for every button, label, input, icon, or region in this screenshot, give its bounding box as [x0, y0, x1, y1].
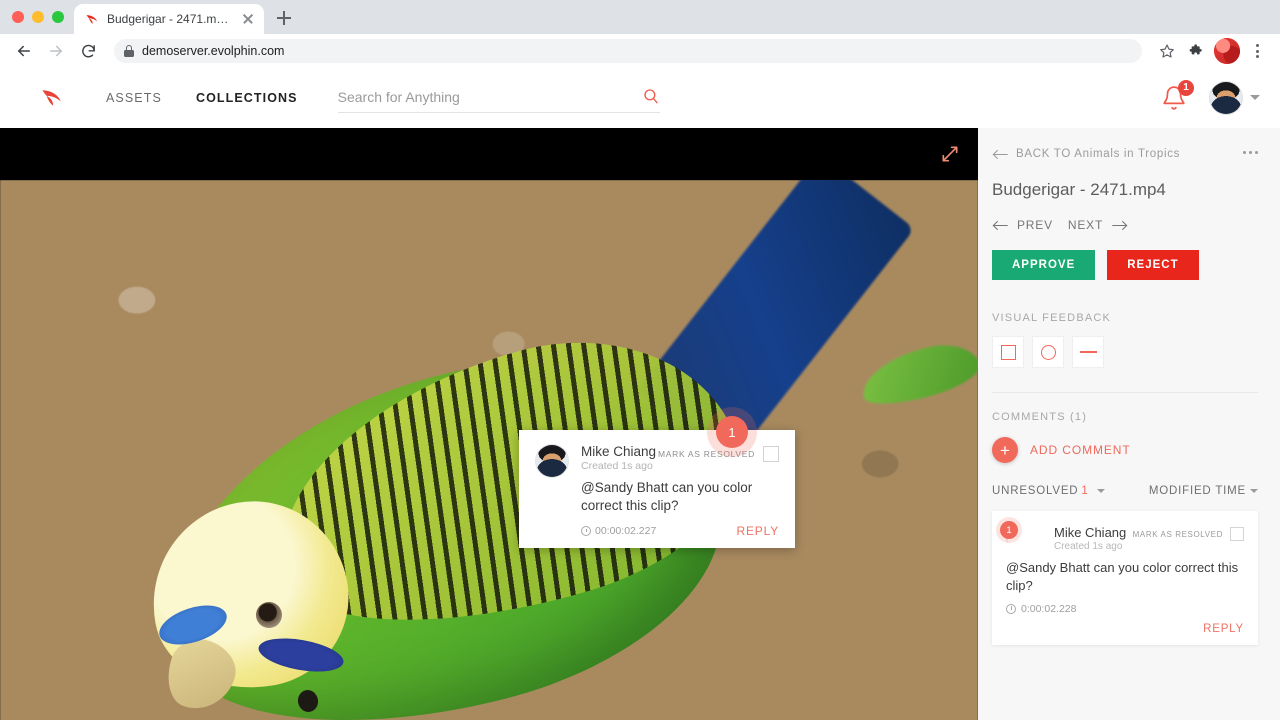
line-tool[interactable]: [1072, 336, 1104, 368]
clock-icon: [1006, 603, 1016, 614]
nav-item-collections[interactable]: COLLECTIONS: [196, 91, 298, 105]
comment-list-item[interactable]: 1 Mike Chiang Created 1s ago MARK AS RES…: [992, 511, 1258, 645]
comment-timecode: 00:00:02.227: [581, 525, 656, 537]
reply-button[interactable]: REPLY: [1203, 623, 1244, 635]
maximize-window-button[interactable]: [52, 11, 64, 23]
sort-label: MODIFIED TIME: [1148, 485, 1246, 497]
line-icon: [1079, 351, 1097, 353]
comment-index-badge: 1: [1000, 521, 1018, 539]
rectangle-tool[interactable]: [992, 336, 1024, 368]
divider: [992, 392, 1258, 393]
mark-as-resolved-checkbox[interactable]: [763, 446, 779, 462]
reply-button[interactable]: REPLY: [737, 524, 779, 538]
user-avatar[interactable]: [1209, 80, 1243, 115]
evolphin-logo-icon: [84, 12, 99, 27]
notification-badge: 1: [1178, 79, 1194, 96]
main-area: 1 Mike Chiang Created 1s ago MARK AS RES…: [0, 128, 1280, 720]
comment-marker-badge[interactable]: 1: [716, 416, 748, 448]
asset-title: Budgerigar - 2471.mp4: [992, 180, 1166, 199]
approve-button[interactable]: APPROVE: [992, 250, 1096, 280]
back-to-collection-link[interactable]: BACK TO Animals in Tropics: [992, 148, 1180, 160]
header-right-cluster: 1: [1161, 79, 1260, 115]
expand-fullscreen-icon[interactable]: [940, 144, 960, 169]
chevron-down-icon[interactable]: [1096, 489, 1105, 493]
close-tab-button[interactable]: [240, 11, 256, 27]
chevron-down-icon[interactable]: [1250, 489, 1258, 493]
search-bar[interactable]: [337, 83, 660, 113]
prev-button[interactable]: PREV: [1017, 218, 1053, 232]
square-icon: [1000, 344, 1016, 360]
close-window-button[interactable]: [12, 11, 24, 23]
new-tab-button[interactable]: [270, 4, 298, 32]
primary-nav: ASSETS COLLECTIONS: [106, 91, 298, 105]
filter-unresolved-count: 1: [1081, 485, 1089, 497]
arrow-right-icon: [1112, 220, 1128, 230]
comment-author-name: Mike Chiang: [1054, 525, 1127, 540]
mark-as-resolved-control[interactable]: MARK AS RESOLVED: [658, 444, 779, 462]
extensions-puzzle-icon[interactable]: [1184, 38, 1210, 64]
reject-button[interactable]: REJECT: [1107, 250, 1199, 280]
circle-icon: [1040, 344, 1056, 360]
mark-as-resolved-label: MARK AS RESOLVED: [657, 449, 755, 459]
clock-icon: [581, 526, 591, 537]
window-controls[interactable]: [10, 0, 74, 34]
filter-unresolved-label: UNRESOLVED: [992, 485, 1079, 497]
tab-title: Budgerigar - 2471.mp4 - Anim: [107, 12, 232, 26]
mark-as-resolved-checkbox[interactable]: [1230, 527, 1244, 541]
asset-detail-sidebar: BACK TO Animals in Tropics Budgerigar - …: [978, 128, 1280, 720]
visual-feedback-label: VISUAL FEEDBACK: [992, 312, 1112, 324]
address-bar-url: demoserver.evolphin.com: [142, 44, 285, 58]
mark-as-resolved-control[interactable]: MARK AS RESOLVED: [1133, 525, 1244, 541]
mark-as-resolved-label: MARK AS RESOLVED: [1132, 529, 1223, 539]
add-comment-label: ADD COMMENT: [1030, 443, 1131, 457]
nav-item-assets[interactable]: ASSETS: [106, 91, 162, 105]
browser-chrome: Budgerigar - 2471.mp4 - Anim demoserver.…: [0, 0, 1280, 68]
back-link-label: BACK TO Animals in Tropics: [1016, 148, 1181, 160]
arrow-left-icon: [992, 149, 1008, 159]
next-button[interactable]: NEXT: [1068, 218, 1103, 232]
user-menu[interactable]: [1209, 80, 1260, 115]
plus-icon: +: [992, 437, 1018, 463]
asset-pager: PREV NEXT: [992, 218, 1258, 232]
search-input[interactable]: [337, 89, 660, 105]
media-viewer[interactable]: 1 Mike Chiang Created 1s ago MARK AS RES…: [0, 128, 978, 720]
forward-arrow-icon[interactable]: [42, 37, 70, 65]
browser-profile-avatar[interactable]: [1214, 38, 1240, 64]
search-icon[interactable]: [642, 87, 660, 110]
video-comment-popup[interactable]: 1 Mike Chiang Created 1s ago MARK AS RES…: [519, 416, 795, 549]
chevron-down-icon[interactable]: [1250, 95, 1260, 100]
browser-menu-icon[interactable]: [1244, 38, 1270, 64]
video-letterbox: [0, 128, 978, 180]
filter-unresolved[interactable]: UNRESOLVED 1: [992, 485, 1105, 497]
comment-filters: UNRESOLVED 1 MODIFIED TIME: [992, 485, 1258, 497]
comment-text: @Sandy Bhatt can you color correct this …: [581, 480, 753, 514]
lock-icon: [124, 45, 134, 57]
sort-modified-time[interactable]: MODIFIED TIME: [1149, 485, 1258, 497]
visual-feedback-tools: [992, 336, 1258, 368]
minimize-window-button[interactable]: [32, 11, 44, 23]
app-header: ASSETS COLLECTIONS 1: [0, 68, 1280, 128]
address-bar[interactable]: demoserver.evolphin.com: [114, 39, 1142, 63]
reload-icon[interactable]: [74, 37, 102, 65]
comment-created-time: Created 1s ago: [1054, 541, 1123, 552]
bookmark-star-icon[interactable]: [1154, 38, 1180, 64]
evolphin-logo[interactable]: [38, 85, 64, 111]
comment-author-avatar: [535, 444, 569, 478]
tab-strip: Budgerigar - 2471.mp4 - Anim: [0, 0, 1280, 34]
comment-created-time: Created 1s ago: [581, 460, 653, 472]
add-comment-button[interactable]: + ADD COMMENT: [992, 437, 1258, 463]
browser-toolbar: demoserver.evolphin.com: [0, 34, 1280, 68]
budgerigar-video-frame: [0, 180, 978, 720]
ellipse-tool[interactable]: [1032, 336, 1064, 368]
comment-timecode: 0:00:02.228: [1006, 603, 1244, 615]
arrow-left-icon: [992, 220, 1008, 230]
comment-text: @Sandy Bhatt can you color correct this …: [1006, 560, 1239, 593]
more-options-icon[interactable]: [1243, 150, 1258, 158]
comment-author-name: Mike Chiang: [581, 444, 657, 459]
back-arrow-icon[interactable]: [10, 37, 38, 65]
browser-tab[interactable]: Budgerigar - 2471.mp4 - Anim: [74, 4, 264, 34]
comments-label: COMMENTS (1): [992, 411, 1088, 423]
notifications-button[interactable]: 1: [1161, 79, 1194, 111]
